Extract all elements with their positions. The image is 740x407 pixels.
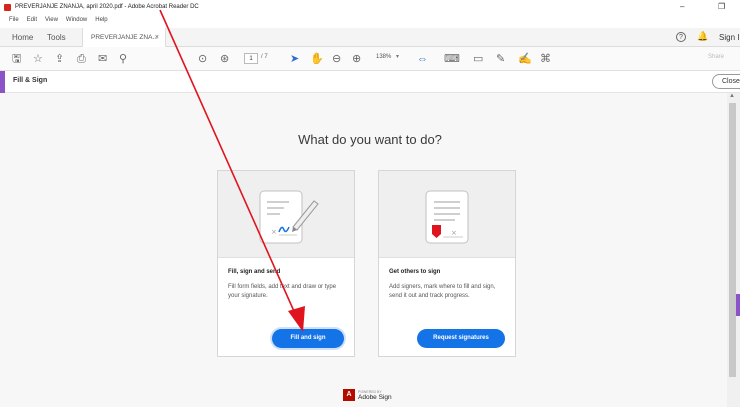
bookmark-star-icon[interactable]: ☆ [33, 52, 43, 66]
panel-title: Fill & Sign [13, 77, 48, 84]
tab-home[interactable]: Home [12, 28, 33, 47]
page-total: / 7 [261, 54, 268, 60]
restore-button[interactable]: ❐ [718, 2, 725, 11]
toolbar: 🖫 ☆ ⇪ ⎙ ✉ ⚲ ⊙ ⊛ 1 / 7 ➤ ✋ ⊖ ⊕ 138% ▾ ⇔ ⌨… [0, 47, 740, 71]
share-button[interactable]: Share [708, 54, 724, 60]
comment-icon[interactable]: ▭ [473, 52, 483, 66]
menu-view[interactable]: View [45, 14, 58, 26]
request-signatures-card[interactable]: × Get others to sign Add signers, mark w… [378, 170, 516, 357]
fill-sign-card-title: Fill, sign and send [228, 269, 281, 275]
minimize-button[interactable]: – [680, 2, 684, 11]
fill-sign-card[interactable]: × Fill, sign and send Fill form fields, … [217, 170, 355, 357]
fill-and-sign-button[interactable]: Fill and sign [272, 329, 344, 348]
tab-tools[interactable]: Tools [47, 28, 66, 47]
menu-window[interactable]: Window [66, 14, 87, 26]
tab-document[interactable]: PREVERJANJE ZNA... × [82, 28, 166, 47]
panel-accent [0, 71, 5, 93]
email-icon[interactable]: ✉ [98, 52, 107, 66]
fill-sign-illustration: × [218, 171, 354, 258]
tab-bar: Home Tools PREVERJANJE ZNA... × ? 🔔 Sign… [0, 28, 740, 47]
request-signatures-card-description: Add signers, mark where to fill and sign… [389, 284, 496, 299]
main-content: What do you want to do? × Fill, sign and… [0, 93, 727, 407]
adobe-sign-logo-icon: A [343, 389, 355, 401]
page-number-input[interactable]: 1 [244, 53, 258, 64]
menu-bar: File Edit View Window Help [0, 14, 740, 26]
request-signatures-card-title: Get others to sign [389, 269, 441, 275]
request-signatures-button[interactable]: Request signatures [417, 329, 505, 348]
search-icon[interactable]: ⚲ [119, 52, 127, 66]
keyboard-tool-icon[interactable]: ⌨ [444, 52, 460, 66]
request-signatures-illustration: × [379, 171, 515, 258]
fit-page-icon[interactable]: ⇔ [417, 52, 428, 66]
zoom-in-icon[interactable]: ⊕ [352, 52, 361, 66]
hand-tool-icon[interactable]: ✋ [310, 52, 324, 66]
acrobat-pdf-icon [4, 3, 11, 11]
tab-document-label: PREVERJANJE ZNA... [91, 34, 158, 41]
pen-icon[interactable]: ✎ [496, 52, 505, 66]
page-heading: What do you want to do? [298, 132, 442, 147]
document-pen-icon: × [259, 190, 319, 244]
document-flag-icon: × [425, 190, 469, 244]
title-bar: PREVERJANJE ZNANJA, april 2020.pdf - Ado… [0, 0, 740, 14]
powered-by-adobe-sign: A POWERED BY Adobe Sign [343, 389, 392, 401]
zoom-dropdown-icon[interactable]: ▾ [396, 53, 399, 60]
window-title: PREVERJANJE ZNANJA, april 2020.pdf - Ado… [15, 4, 199, 10]
adobe-sign-label: Adobe Sign [358, 393, 392, 401]
zoom-out-icon[interactable]: ⊖ [332, 52, 341, 66]
select-cursor-icon[interactable]: ➤ [290, 52, 299, 66]
menu-edit[interactable]: Edit [27, 14, 37, 26]
stamp-icon[interactable]: ⌘ [540, 52, 551, 66]
svg-text:×: × [451, 229, 457, 237]
right-pane-toggle[interactable] [736, 294, 740, 316]
print-icon[interactable]: ⎙ [77, 52, 86, 66]
menu-file[interactable]: File [9, 14, 19, 26]
svg-text:×: × [271, 228, 277, 236]
scroll-up-icon[interactable]: ▲ [729, 93, 735, 99]
menu-help[interactable]: Help [95, 14, 107, 26]
close-button[interactable]: Close [712, 74, 740, 89]
zoom-level[interactable]: 138% [376, 54, 391, 60]
help-icon[interactable]: ? [676, 32, 686, 42]
fill-sign-card-description: Fill form fields, add text and draw or t… [228, 284, 337, 299]
page-down-icon[interactable]: ⊛ [220, 52, 229, 66]
tab-close-icon[interactable]: × [155, 28, 159, 47]
scrollbar-thumb[interactable] [729, 103, 736, 377]
notification-bell-icon[interactable]: 🔔 [697, 31, 708, 42]
sign-in-link[interactable]: Sign In [719, 28, 740, 47]
page-up-icon[interactable]: ⊙ [198, 52, 207, 66]
upload-icon[interactable]: ⇪ [55, 52, 64, 66]
sign-icon[interactable]: ✍ [518, 52, 532, 66]
fill-sign-header: Fill & Sign Close [0, 71, 740, 93]
save-icon[interactable]: 🖫 [12, 52, 21, 66]
